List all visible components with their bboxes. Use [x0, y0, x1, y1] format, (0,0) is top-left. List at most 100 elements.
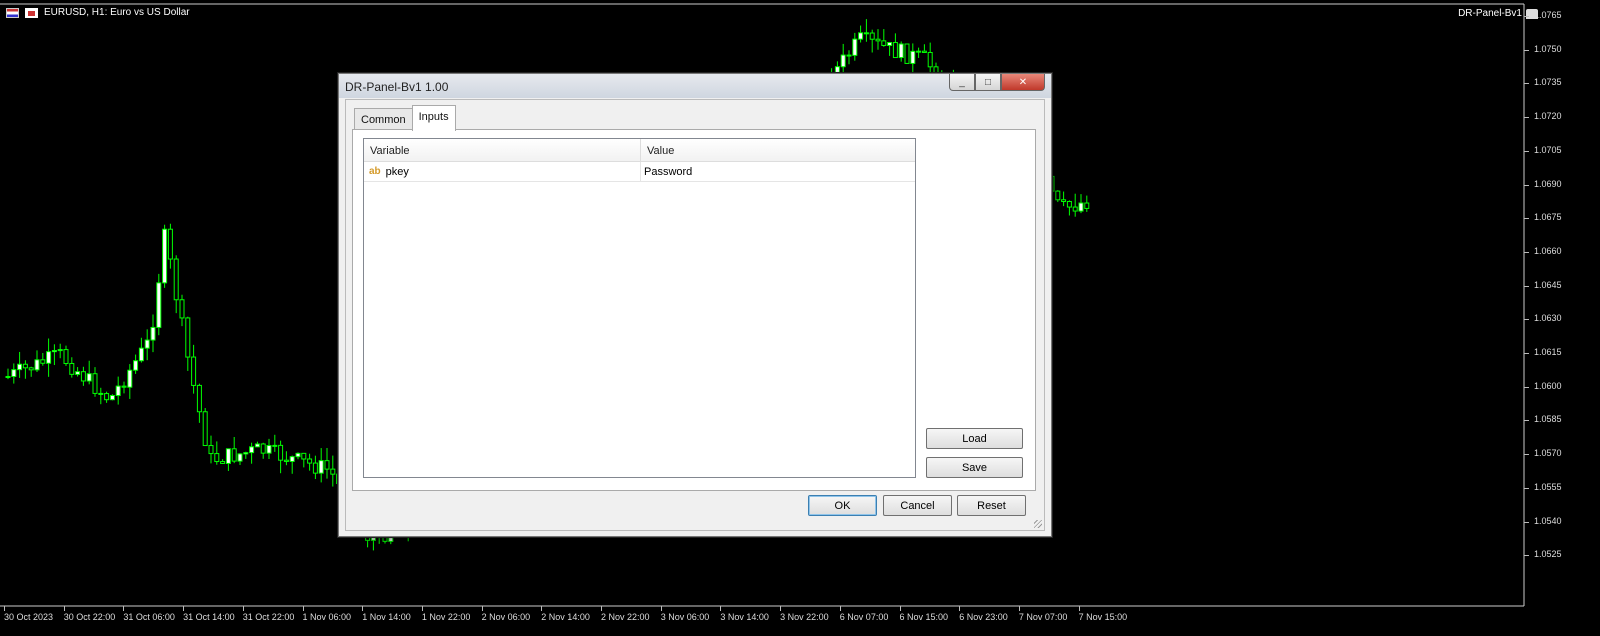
- reset-button[interactable]: Reset: [957, 495, 1026, 516]
- candle-body: [237, 453, 243, 462]
- candle-body: [121, 385, 127, 388]
- candle-body: [243, 452, 249, 455]
- candle-body: [330, 468, 336, 475]
- price-axis-tick: [1524, 319, 1529, 321]
- time-axis-label: 6 Nov 23:00: [959, 612, 1008, 622]
- candle-body: [312, 462, 318, 474]
- candle-body: [220, 461, 226, 464]
- maximize-icon: □: [984, 76, 992, 88]
- candle-body: [840, 54, 846, 68]
- candle-body: [846, 54, 852, 57]
- candle-body: [46, 351, 52, 364]
- time-axis-label: 30 Oct 2023: [4, 612, 54, 622]
- time-axis-label: 6 Nov 07:00: [839, 612, 889, 622]
- price-axis-tick: [1524, 487, 1529, 489]
- candle-body: [173, 258, 179, 301]
- price-axis-tick: [1524, 251, 1529, 253]
- ok-button[interactable]: OK: [808, 495, 877, 516]
- close-button[interactable]: ✕: [1001, 74, 1045, 91]
- time-axis-label: 6 Nov 15:00: [899, 612, 949, 622]
- price-axis-tick: [1524, 117, 1529, 119]
- time-axis-tick: [242, 606, 244, 611]
- candle-body: [22, 363, 28, 369]
- candle-body: [150, 326, 156, 341]
- price-axis-label: 1.0705: [1534, 144, 1562, 155]
- price-axis-tick: [1524, 184, 1529, 186]
- candle-body: [892, 42, 898, 59]
- price-axis-tick: [1524, 555, 1529, 557]
- candle-body: [127, 369, 133, 388]
- price-axis-tick: [1524, 49, 1529, 51]
- candle-body: [40, 359, 46, 364]
- candle-body: [1072, 206, 1078, 212]
- candle-body: [51, 350, 57, 353]
- candle-body: [370, 536, 376, 541]
- grid-header: Variable Value: [364, 139, 915, 162]
- inputs-grid[interactable]: Variable Value ab pkey Password: [363, 138, 916, 478]
- tab-common[interactable]: Common: [354, 108, 413, 131]
- price-axis-tick: [1524, 285, 1529, 287]
- expert-name: DR-Panel-Bv1: [1458, 8, 1522, 19]
- resize-grip[interactable]: [1034, 520, 1042, 528]
- candle-body: [138, 347, 144, 362]
- time-axis-label: 31 Oct 06:00: [123, 612, 175, 622]
- candle-body: [208, 445, 214, 455]
- save-button[interactable]: Save: [926, 457, 1023, 478]
- time-axis-tick: [601, 606, 602, 611]
- candle-body: [921, 50, 927, 53]
- candle-body: [167, 228, 173, 260]
- dialog-client-area: Common Inputs Variable Value ab pkey Pas…: [345, 99, 1045, 531]
- symbol-title: EURUSD, H1: Euro vs US Dollar: [44, 7, 190, 18]
- candle-body: [133, 360, 139, 371]
- candle-body: [196, 384, 202, 413]
- price-axis-label: 1.0750: [1534, 43, 1562, 54]
- candle-body: [916, 50, 922, 53]
- variable-name: pkey: [385, 166, 409, 178]
- candle-body: [28, 367, 34, 371]
- candle-body: [1078, 202, 1084, 212]
- load-button[interactable]: Load: [926, 428, 1023, 449]
- string-type-icon: ab: [369, 166, 381, 177]
- chart-type-icon: [25, 7, 38, 18]
- cancel-button[interactable]: Cancel: [883, 495, 952, 516]
- table-row[interactable]: ab pkey Password: [364, 162, 915, 182]
- column-header-value[interactable]: Value: [641, 139, 915, 161]
- candle-body: [289, 456, 295, 462]
- candle-body: [115, 385, 121, 397]
- candle-body: [144, 339, 150, 349]
- candle-body: [179, 299, 185, 319]
- price-axis-label: 1.0660: [1534, 245, 1562, 256]
- time-axis-label: 2 Nov 22:00: [601, 612, 650, 622]
- time-axis-label: 7 Nov 15:00: [1078, 612, 1128, 622]
- price-axis-tick: [1524, 420, 1529, 422]
- candle-body: [92, 373, 98, 394]
- candle-body: [307, 458, 313, 464]
- candle-body: [318, 460, 324, 474]
- close-icon: ✕: [1018, 76, 1028, 88]
- tab-inputs[interactable]: Inputs: [411, 105, 456, 131]
- candle-body: [875, 38, 881, 42]
- price-axis-tick: [1524, 454, 1529, 456]
- time-axis-tick: [362, 606, 364, 611]
- candle-body: [324, 460, 330, 470]
- candle-body: [69, 362, 75, 375]
- time-axis-tick: [1078, 606, 1080, 611]
- candle-body: [910, 50, 916, 64]
- candle-body: [202, 411, 208, 447]
- candle-body: [869, 32, 875, 40]
- candle-body: [272, 444, 278, 447]
- price-axis-label: 1.0735: [1534, 77, 1562, 88]
- maximize-button[interactable]: □: [975, 74, 1001, 91]
- title-bar[interactable]: DR-Panel-Bv1 1.00 _ □ ✕: [339, 74, 1051, 98]
- candle-body: [104, 393, 110, 401]
- time-axis-label: 1 Nov 14:00: [362, 612, 411, 622]
- expert-advisor-label[interactable]: DR-Panel-Bv1: [1458, 8, 1538, 19]
- column-header-variable[interactable]: Variable: [364, 139, 641, 161]
- price-axis-label: 1.0765: [1534, 10, 1562, 20]
- minimize-button[interactable]: _: [949, 74, 975, 91]
- candle-body: [1061, 199, 1067, 203]
- price-axis-label: 1.0540: [1534, 515, 1562, 526]
- value-cell[interactable]: Password: [641, 162, 915, 181]
- time-axis-tick: [541, 606, 543, 611]
- candle-body: [75, 371, 81, 375]
